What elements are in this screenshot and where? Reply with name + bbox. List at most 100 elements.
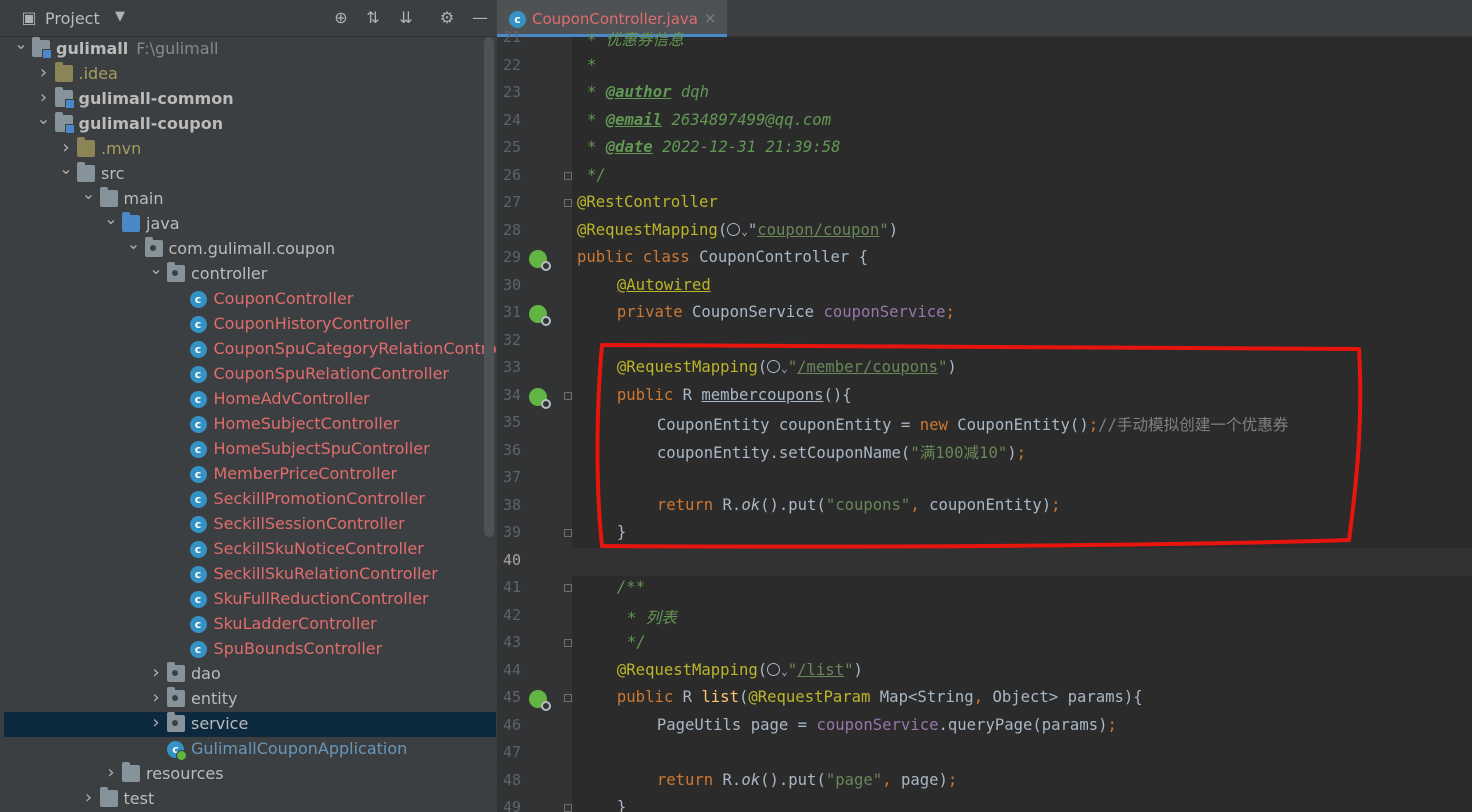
chevron-right-icon[interactable]: ›: [59, 139, 73, 157]
chevron-down-icon[interactable]: ⌄: [14, 35, 28, 53]
tree-item-path: F:\gulimall: [136, 39, 219, 58]
folder-icon: [99, 787, 118, 807]
tree-item[interactable]: ⌄ gulimall-coupon: [4, 110, 496, 137]
chevron-down-icon[interactable]: ⌄: [127, 235, 141, 253]
tree-item-label: SkuLadderController: [213, 614, 377, 633]
java-class-icon: c: [189, 441, 207, 458]
tree-item[interactable]: ⌄ src: [4, 160, 496, 187]
chevron-down-icon[interactable]: ⌄: [59, 160, 73, 178]
project-view-icon[interactable]: ▣: [18, 7, 40, 29]
tree-item-label: .mvn: [101, 139, 142, 158]
tree-item-label: entity: [191, 689, 238, 708]
folder-icon: [77, 137, 95, 157]
tree-item-label: SeckillSkuNoticeController: [213, 539, 424, 558]
tree-item[interactable]: › resources: [4, 762, 496, 787]
tree-item[interactable]: c CouponSpuRelationController: [4, 362, 496, 387]
java-class-icon: c: [189, 491, 207, 508]
tree-item-label: GulimallCouponApplication: [191, 739, 408, 758]
java-class-icon: c: [189, 616, 207, 633]
tree-item-label: HomeAdvController: [213, 389, 370, 408]
hide-icon[interactable]: —: [469, 7, 491, 29]
tree-item[interactable]: c SeckillPromotionController: [4, 487, 496, 512]
chevron-right-icon[interactable]: ›: [149, 689, 163, 707]
tree-item-label: CouponSpuCategoryRelationController: [213, 339, 498, 358]
locate-icon[interactable]: ⊕: [330, 7, 352, 29]
tree-item[interactable]: › test: [4, 787, 496, 812]
tree-item[interactable]: c SeckillSkuRelationController: [4, 562, 496, 587]
java-class-icon: c: [189, 541, 207, 558]
java-class-icon: c: [189, 391, 207, 408]
tree-item-label: dao: [191, 664, 221, 683]
chevron-right-icon[interactable]: ›: [149, 714, 163, 732]
tree-item-label: SpuBoundsController: [213, 639, 383, 658]
tree-item[interactable]: ⌄ java: [4, 210, 496, 237]
chevron-right-icon[interactable]: ›: [82, 789, 96, 807]
module-icon: [32, 37, 52, 59]
java-class-icon: c: [189, 591, 207, 608]
editor-panel: c CouponController.java × 21 22 23 24 25 26 27…: [497, 0, 1472, 812]
tree-item[interactable]: c CouponSpuCategoryRelationController: [4, 337, 498, 362]
tree-item-label: gulimall F:\gulimall: [56, 39, 219, 58]
project-panel-header: ▣ Project ▼ ⊕ ⇅ ⇊ ⚙ —: [0, 0, 497, 37]
tree-item-label: .idea: [78, 64, 118, 83]
chevron-down-icon[interactable]: ⌄: [149, 260, 163, 278]
tree-item[interactable]: c HomeSubjectSpuController: [4, 437, 496, 462]
tree-item-label: service: [191, 714, 249, 733]
tree-item[interactable]: c HomeSubjectController: [4, 412, 496, 437]
tree-item-label: src: [101, 164, 125, 183]
settings-icon[interactable]: ⚙: [436, 7, 458, 29]
project-panel-title[interactable]: Project: [45, 9, 100, 28]
tree-item[interactable]: ⌄ main: [4, 185, 496, 212]
tree-item-label: java: [146, 214, 180, 233]
tree-item[interactable]: › entity: [4, 687, 496, 712]
java-class-icon: c: [189, 341, 207, 358]
chevron-right-icon[interactable]: ›: [37, 64, 51, 82]
tree-item[interactable]: c MemberPriceController: [4, 462, 496, 487]
java-class-icon: c: [189, 466, 207, 483]
java-class-icon: c: [189, 366, 207, 383]
chevron-right-icon[interactable]: ›: [37, 89, 51, 107]
chevron-down-icon[interactable]: ⌄: [37, 110, 51, 128]
chevron-down-icon[interactable]: ⌄: [104, 210, 118, 228]
tree-item[interactable]: ⌄ controller: [4, 260, 496, 287]
expand-all-icon[interactable]: ⇅: [362, 7, 384, 29]
tree-item[interactable]: › gulimall-common: [4, 87, 496, 112]
tree-item[interactable]: › .mvn: [4, 137, 496, 162]
tree-item[interactable]: c HomeAdvController: [4, 387, 496, 412]
chevron-down-icon[interactable]: ▼: [115, 9, 125, 24]
tree-item[interactable]: c SkuLadderController: [4, 612, 496, 637]
collapse-all-icon[interactable]: ⇊: [395, 7, 417, 29]
tree-item-label: HomeSubjectSpuController: [213, 439, 430, 458]
tree-item-label: MemberPriceController: [213, 464, 398, 483]
java-class-icon: c: [189, 291, 207, 308]
source-folder-icon: [122, 212, 140, 232]
tree-item-label: com.gulimall.coupon: [168, 239, 336, 258]
tree-item[interactable]: c CouponHistoryController: [4, 312, 496, 337]
tree-item-label: CouponController: [213, 289, 354, 308]
chevron-down-icon[interactable]: ⌄: [82, 185, 96, 203]
tree-item[interactable]: c SkuFullReductionController: [4, 587, 496, 612]
tree-item-label: controller: [191, 264, 268, 283]
module-icon: [54, 87, 75, 109]
package-icon: [167, 662, 185, 682]
tree-item[interactable]: ⌄ com.gulimall.coupon: [4, 235, 496, 262]
chevron-right-icon[interactable]: ›: [149, 664, 163, 682]
tree-item[interactable]: c SpuBoundsController: [4, 637, 496, 662]
tree-item-label: SeckillSkuRelationController: [213, 564, 438, 583]
package-icon: [144, 237, 163, 257]
tree-item[interactable]: c CouponController: [4, 287, 496, 312]
module-icon: [54, 112, 75, 134]
chevron-right-icon[interactable]: ›: [104, 764, 118, 782]
tree-item[interactable]: › service: [4, 712, 496, 737]
tree-item[interactable]: c GulimallCouponApplication: [4, 737, 496, 762]
java-class-icon: c: [189, 641, 207, 658]
tree-item[interactable]: c SeckillSessionController: [4, 512, 496, 537]
tree-item-label: main: [123, 189, 164, 208]
tree-item[interactable]: › .idea: [4, 62, 496, 87]
folder-icon: [99, 187, 118, 207]
tree-item[interactable]: ⌄ gulimall F:\gulimall: [4, 35, 496, 62]
tree-item-label: gulimall-coupon: [78, 114, 224, 133]
tree-item[interactable]: c SeckillSkuNoticeController: [4, 537, 496, 562]
tree-item[interactable]: › dao: [4, 662, 496, 687]
tree-scrollbar[interactable]: [484, 37, 494, 537]
